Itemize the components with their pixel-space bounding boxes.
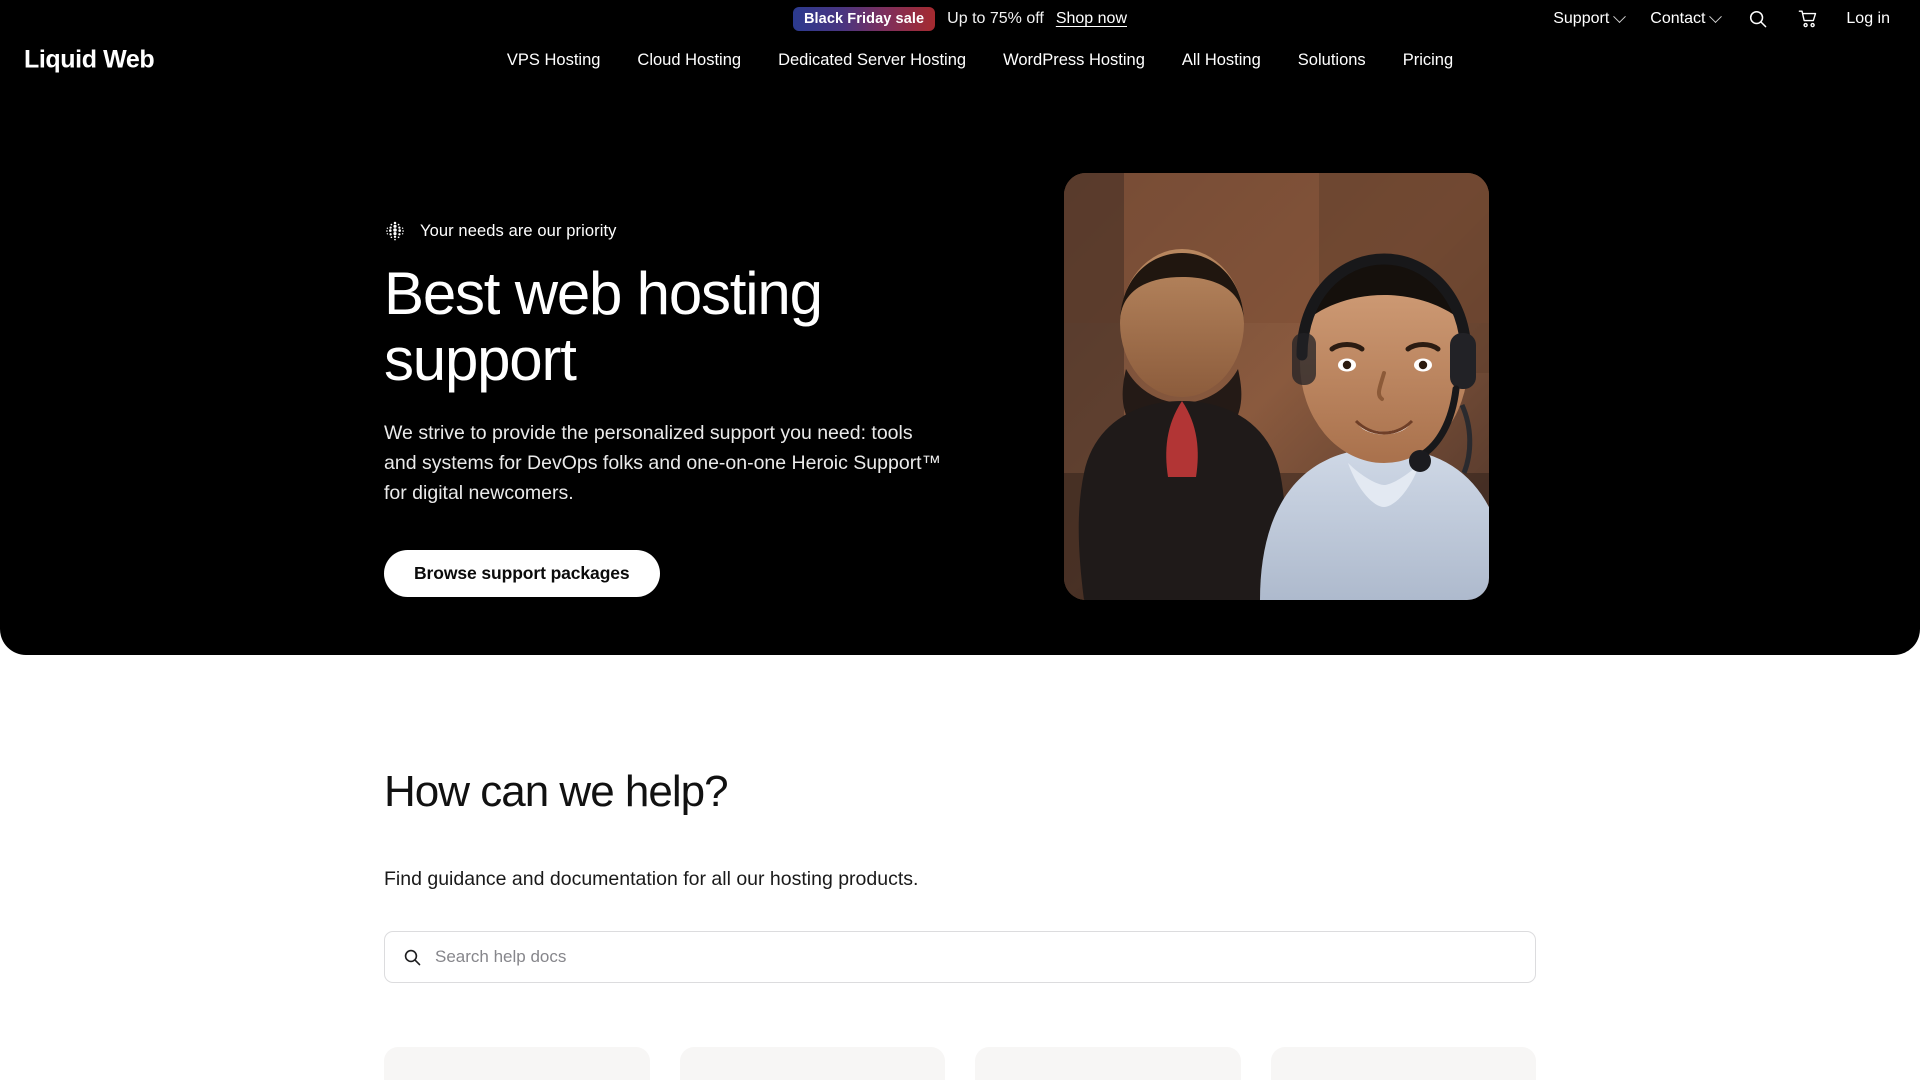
help-card[interactable] bbox=[384, 1047, 650, 1080]
help-card-row bbox=[384, 1047, 1536, 1080]
shop-now-link[interactable]: Shop now bbox=[1056, 11, 1127, 27]
nav-items: VPS Hosting Cloud Hosting Dedicated Serv… bbox=[467, 51, 1453, 70]
search-input[interactable] bbox=[435, 947, 1517, 967]
nav-item-solutions[interactable]: Solutions bbox=[1298, 51, 1366, 70]
logo[interactable]: Liquid Web bbox=[24, 46, 154, 75]
black-friday-badge[interactable]: Black Friday sale bbox=[793, 7, 935, 31]
hero-content: Your needs are our priority Best web hos… bbox=[0, 82, 1920, 600]
nav-item-all-hosting[interactable]: All Hosting bbox=[1182, 51, 1261, 70]
chevron-down-icon bbox=[1613, 10, 1626, 23]
browse-support-packages-button[interactable]: Browse support packages bbox=[384, 550, 660, 597]
help-search-box[interactable] bbox=[384, 931, 1536, 983]
nav-item-dedicated-server-hosting[interactable]: Dedicated Server Hosting bbox=[778, 51, 966, 70]
help-container: How can we help? Find guidance and docum… bbox=[384, 655, 1536, 1080]
nav-item-cloud-hosting[interactable]: Cloud Hosting bbox=[637, 51, 741, 70]
help-title: How can we help? bbox=[384, 655, 1536, 817]
contact-menu[interactable]: Contact bbox=[1650, 10, 1720, 28]
chevron-down-icon bbox=[1710, 10, 1723, 23]
login-link[interactable]: Log in bbox=[1846, 10, 1890, 28]
nav-item-wordpress-hosting[interactable]: WordPress Hosting bbox=[1003, 51, 1145, 70]
nav-item-pricing[interactable]: Pricing bbox=[1403, 51, 1453, 70]
hero-copy: Your needs are our priority Best web hos… bbox=[384, 177, 1004, 597]
help-section: How can we help? Find guidance and docum… bbox=[0, 655, 1920, 1080]
help-card[interactable] bbox=[680, 1047, 946, 1080]
promo-message: Black Friday sale Up to 75% off Shop now bbox=[793, 7, 1127, 31]
dot-matrix-icon bbox=[384, 220, 406, 242]
page-root: Black Friday sale Up to 75% off Shop now… bbox=[0, 0, 1920, 1080]
support-agents-photo bbox=[1064, 173, 1489, 600]
nav-item-vps-hosting[interactable]: VPS Hosting bbox=[507, 51, 601, 70]
search-icon bbox=[403, 948, 422, 967]
hero-eyebrow: Your needs are our priority bbox=[384, 220, 1004, 242]
help-card[interactable] bbox=[975, 1047, 1241, 1080]
cart-icon[interactable] bbox=[1796, 7, 1820, 31]
support-menu-label: Support bbox=[1553, 10, 1609, 28]
support-menu[interactable]: Support bbox=[1553, 10, 1624, 28]
search-icon[interactable] bbox=[1746, 7, 1770, 31]
utility-nav: Support Contact bbox=[1553, 0, 1890, 38]
main-navigation: Liquid Web VPS Hosting Cloud Hosting Ded… bbox=[0, 38, 1920, 82]
hero-body-text: We strive to provide the personalized su… bbox=[384, 419, 949, 508]
help-card[interactable] bbox=[1271, 1047, 1537, 1080]
hero-image bbox=[1064, 173, 1489, 600]
help-subtitle: Find guidance and documentation for all … bbox=[384, 868, 1536, 891]
hero-eyebrow-label: Your needs are our priority bbox=[420, 222, 617, 241]
hero-section: Black Friday sale Up to 75% off Shop now… bbox=[0, 0, 1920, 655]
hero-media bbox=[1064, 173, 1489, 600]
contact-menu-label: Contact bbox=[1650, 10, 1705, 28]
promo-bar: Black Friday sale Up to 75% off Shop now… bbox=[0, 0, 1920, 38]
hero-title: Best web hosting support bbox=[384, 261, 854, 393]
promo-discount-text: Up to 75% off bbox=[947, 11, 1044, 27]
